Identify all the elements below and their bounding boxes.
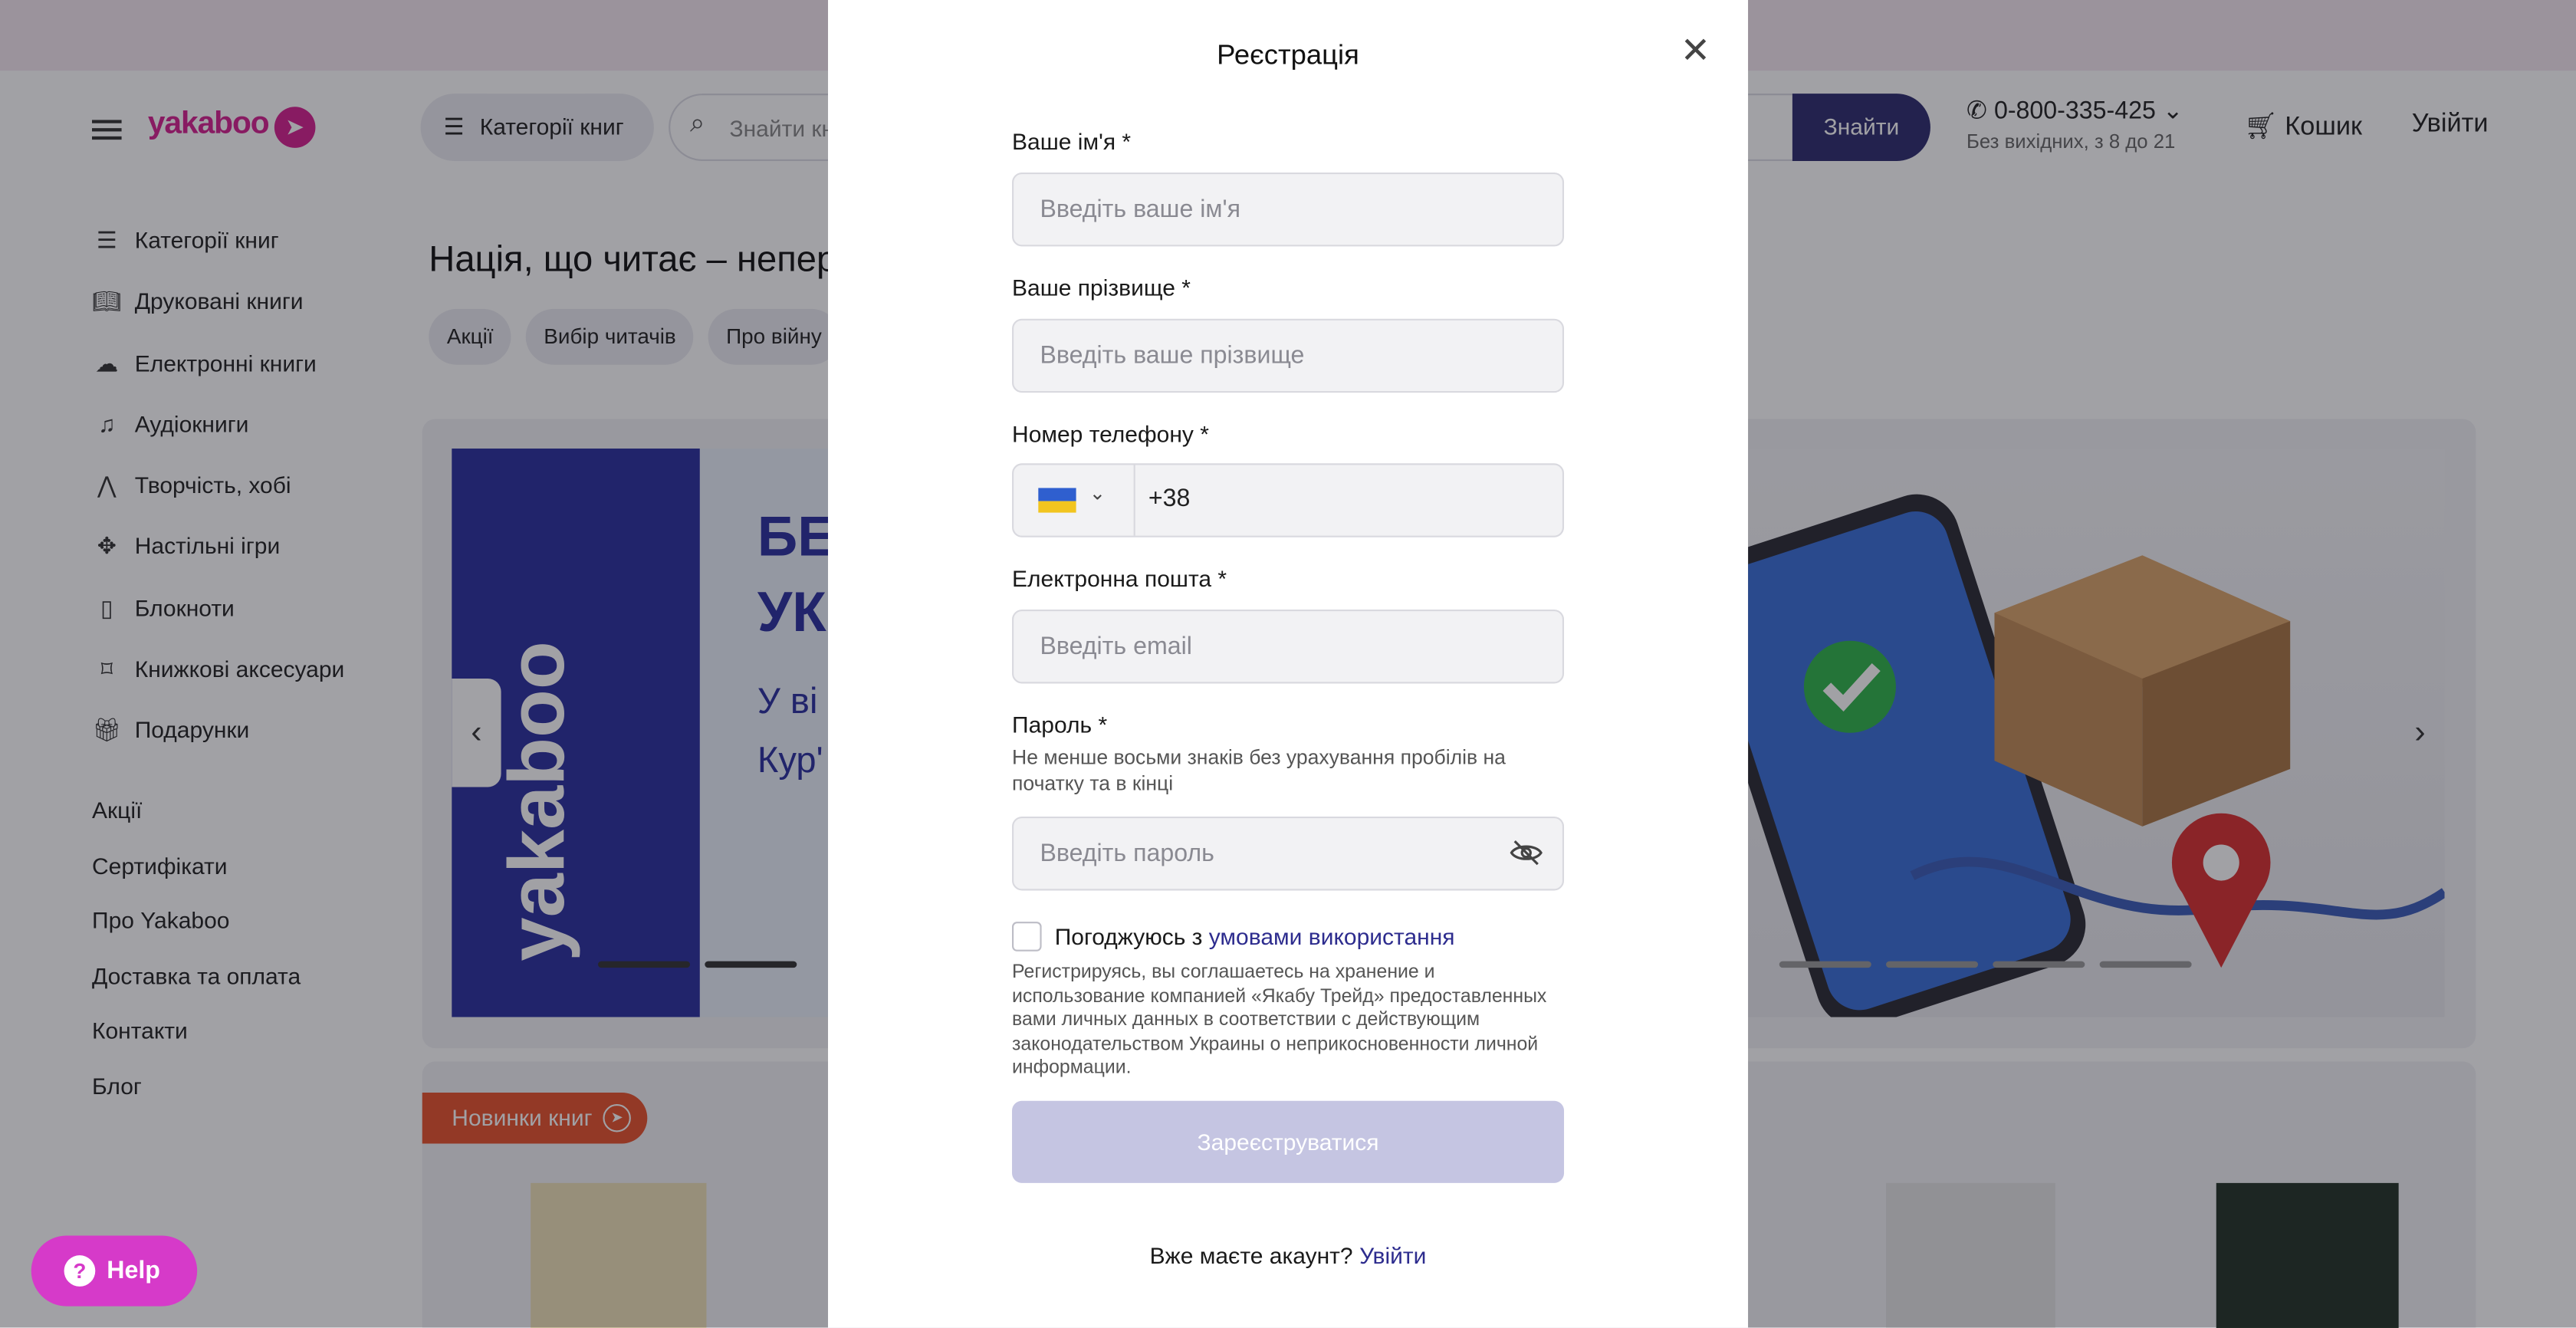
password-field[interactable]: Введіть пароль xyxy=(1012,817,1565,891)
first-name-label: Ваше ім'я * xyxy=(1012,128,1132,155)
terms-text: Погоджуюсь з xyxy=(1054,923,1203,950)
divider xyxy=(1133,465,1135,536)
email-label: Електронна пошта * xyxy=(1012,565,1227,592)
terms-link[interactable]: умовами використання xyxy=(1209,923,1455,949)
chevron-down-icon[interactable]: ⌄ xyxy=(1089,482,1106,505)
question-icon: ? xyxy=(64,1255,96,1287)
ukraine-flag-icon[interactable] xyxy=(1038,488,1076,513)
phone-label: Номер телефону * xyxy=(1012,420,1209,447)
login-prompt: Вже маєте акаунт? Увійти xyxy=(828,1242,1748,1268)
password-hint: Не менше восьми знаків без урахування пр… xyxy=(1012,745,1506,796)
legal-notice: Регистрируясь, вы соглашаетесь на хранен… xyxy=(1012,961,1547,1079)
phone-code[interactable]: +38 xyxy=(1148,485,1191,512)
last-name-field[interactable]: Введіть ваше прізвище xyxy=(1012,318,1565,393)
first-name-field[interactable]: Введіть ваше ім'я xyxy=(1012,173,1565,247)
phone-field[interactable]: ⌄ +38 xyxy=(1012,463,1565,537)
email-field[interactable]: Введіть email xyxy=(1012,610,1565,684)
help-button-label: Help xyxy=(107,1257,160,1285)
close-icon[interactable]: ✕ xyxy=(1679,30,1712,73)
terms-checkbox[interactable] xyxy=(1012,922,1042,952)
help-button[interactable]: ? Help xyxy=(31,1235,198,1307)
login-link-modal[interactable]: Увійти xyxy=(1359,1242,1426,1268)
eye-off-icon[interactable] xyxy=(1510,840,1543,866)
modal-title: Реєстрація xyxy=(1217,39,1359,71)
have-account-text: Вже маєте акаунт? xyxy=(1149,1242,1353,1269)
register-button[interactable]: Зареєструватися xyxy=(1012,1100,1565,1183)
password-label: Пароль * xyxy=(1012,711,1108,738)
last-name-label: Ваше прізвище * xyxy=(1012,274,1191,301)
registration-modal: Реєстрація ✕ Ваше ім'я * Введіть ваше ім… xyxy=(828,0,1749,1328)
terms-label: Погоджуюсь з умовами використання xyxy=(1055,923,1455,949)
